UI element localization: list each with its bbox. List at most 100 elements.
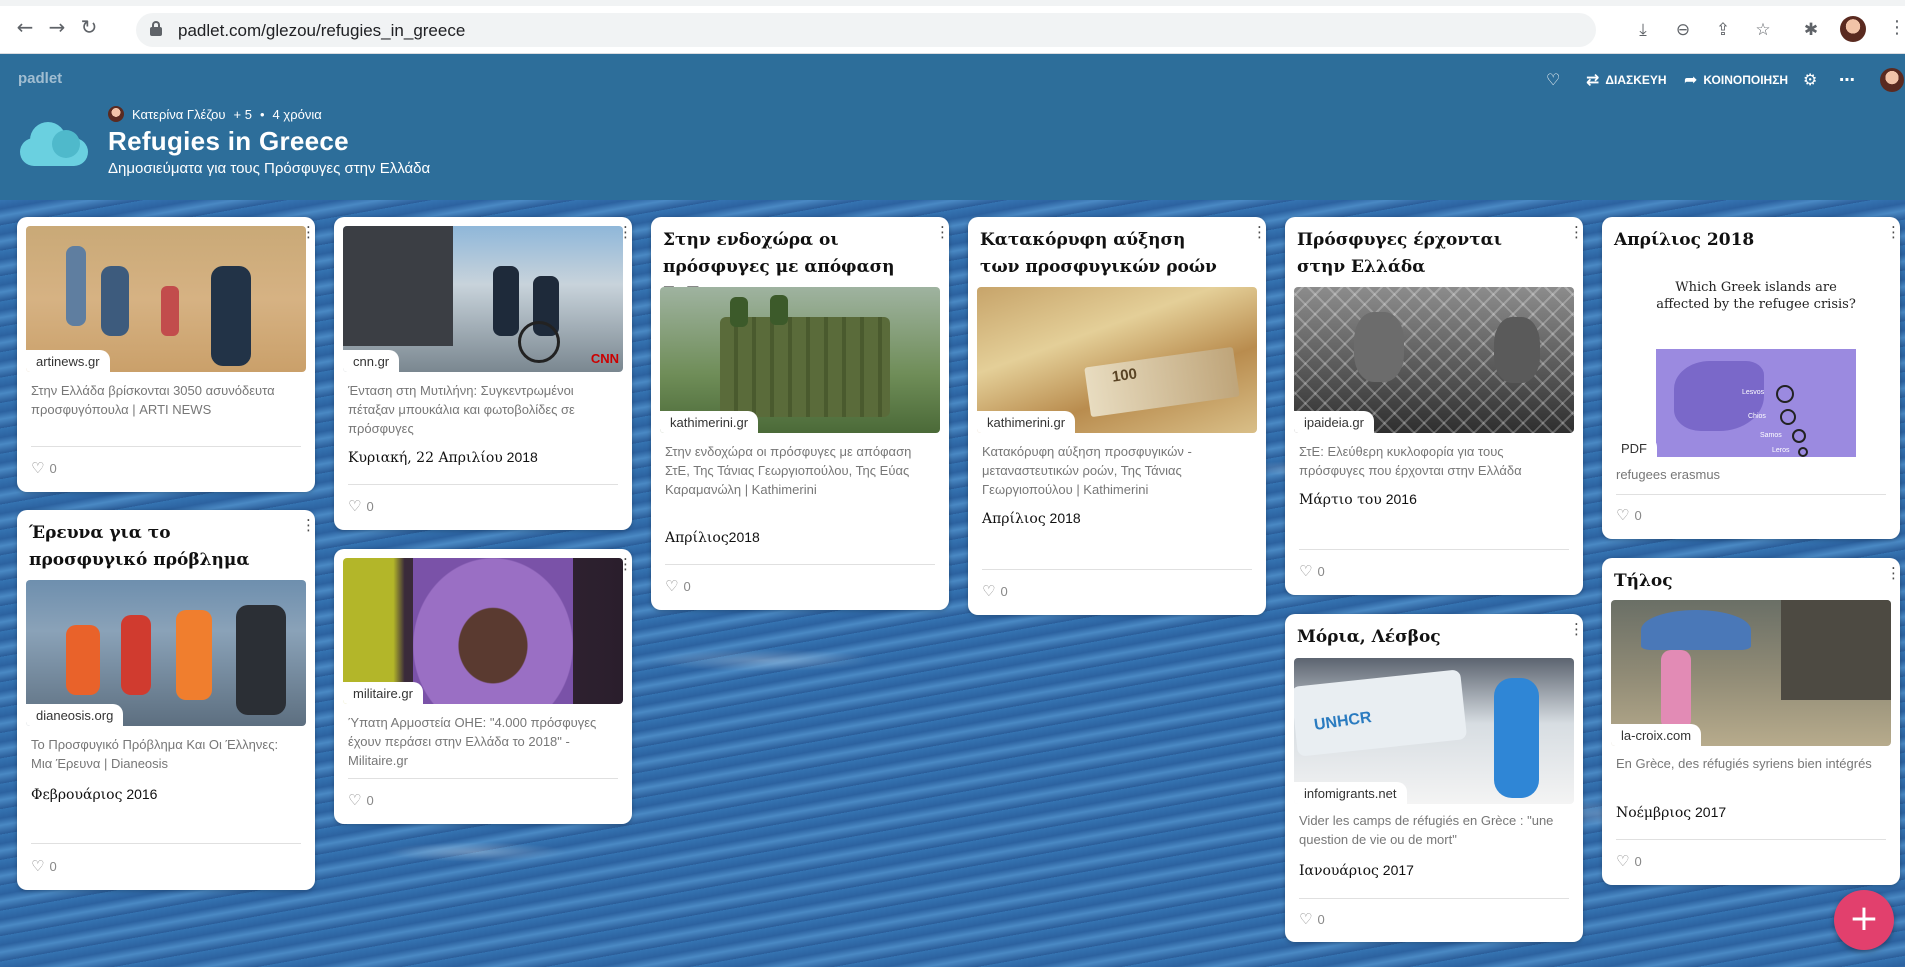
- post-divider: [982, 569, 1252, 570]
- pdf-map-label: Samos: [1760, 432, 1782, 439]
- author-name[interactable]: Κατερίνα Γλέζου: [132, 107, 226, 122]
- pdf-map-label: Lesvos: [1742, 389, 1765, 396]
- remix-label: ΔΙΑΣΚΕΥΗ: [1605, 72, 1667, 87]
- like-button[interactable]: ♡ 0: [348, 791, 374, 809]
- post-date: Απρίλιος2018: [665, 529, 935, 546]
- settings-button[interactable]: ⚙: [1803, 70, 1817, 89]
- share-icon: ➦: [1684, 70, 1698, 89]
- post-menu-icon[interactable]: ⋮: [935, 225, 950, 240]
- post-menu-icon[interactable]: ⋮: [1886, 225, 1901, 240]
- post-menu-icon[interactable]: ⋮: [1569, 225, 1584, 240]
- post-date: Μάρτιο του 2016: [1299, 491, 1569, 508]
- address-url[interactable]: padlet.com/glezou/refugies_in_greece: [178, 21, 465, 41]
- post-card[interactable]: ⋮ Μόρια, Λέσβος UNHCR infomigrants.net V…: [1285, 614, 1584, 942]
- add-post-button[interactable]: +: [1834, 890, 1894, 950]
- post-menu-icon[interactable]: ⋮: [1886, 566, 1901, 581]
- post-image[interactable]: la-croix.com: [1611, 600, 1891, 746]
- like-button[interactable]: ♡ 0: [982, 582, 1008, 600]
- post-divider: [31, 843, 301, 844]
- post-source[interactable]: infomigrants.net: [1294, 782, 1407, 804]
- like-count: 0: [1634, 853, 1642, 869]
- post-source[interactable]: ipaideia.gr: [1294, 411, 1374, 433]
- more-button[interactable]: ⋯: [1839, 70, 1855, 89]
- arrow-right-icon[interactable]: →: [46, 16, 68, 38]
- post-source[interactable]: dianeosis.org: [26, 704, 124, 726]
- pdf-preview[interactable]: Which Greek islands are affected by the …: [1611, 261, 1891, 463]
- post-description: Το Προσφυγικό Πρόβλημα Και Οι Έλληνες: Μ…: [31, 737, 279, 771]
- post-divider: [1299, 898, 1569, 899]
- install-icon[interactable]: ⤓: [1632, 19, 1654, 41]
- post-image[interactable]: CNN cnn.gr: [343, 226, 623, 372]
- post-menu-icon[interactable]: ⋮: [1252, 225, 1267, 240]
- like-count: 0: [366, 792, 374, 808]
- share-button[interactable]: ➦ ΚΟΙΝΟΠΟΙΗΣΗ: [1684, 70, 1788, 89]
- post-source[interactable]: artinews.gr: [26, 350, 110, 372]
- post-date: Φεβρουάριος 2016: [31, 786, 301, 803]
- padlet-logo[interactable]: padlet: [18, 70, 62, 87]
- address-bar[interactable]: padlet.com/glezou/refugies_in_greece: [136, 13, 1596, 47]
- post-source[interactable]: la-croix.com: [1611, 724, 1702, 746]
- profile-avatar[interactable]: [1840, 16, 1866, 42]
- like-button[interactable]: ♡ 0: [348, 497, 374, 515]
- post-source[interactable]: militaire.gr: [343, 682, 423, 704]
- post-image[interactable]: kathimerini.gr: [660, 287, 940, 433]
- post-image[interactable]: militaire.gr: [343, 558, 623, 704]
- post-image[interactable]: artinews.gr: [26, 226, 306, 372]
- heart-button[interactable]: ♡: [1546, 70, 1560, 89]
- post-card[interactable]: ⋮ Πρόσφυγες έρχονται στην Ελλάδα ipaidei…: [1285, 217, 1584, 595]
- post-date-month: Απρίλιος: [982, 511, 1046, 527]
- post-card[interactable]: ⋮ artinews.gr Στην Ελλάδα βρίσκονται 305…: [17, 217, 316, 492]
- post-card[interactable]: ⋮ Τήλος la-croix.com En Grèce, des réfug…: [1602, 558, 1901, 885]
- post-image[interactable]: dianeosis.org: [26, 580, 306, 726]
- like-button[interactable]: ♡ 0: [31, 459, 57, 477]
- post-card[interactable]: ⋮ CNN cnn.gr Ένταση στη Μυτιλήνη: Συγκεν…: [334, 217, 633, 530]
- post-image[interactable]: 100 kathimerini.gr: [977, 287, 1257, 433]
- like-button[interactable]: ♡ 0: [665, 577, 691, 595]
- post-date: Ιανουάριος 2017: [1299, 862, 1569, 879]
- like-button[interactable]: ♡ 0: [1616, 506, 1642, 524]
- post-source[interactable]: kathimerini.gr: [660, 411, 759, 433]
- post-date-year: 2018: [502, 449, 538, 465]
- remix-button[interactable]: ⇄ ΔΙΑΣΚΕΥΗ: [1586, 70, 1667, 89]
- post-card[interactable]: ⋮ Απρίλιος 2018 Which Greek islands are …: [1602, 217, 1901, 539]
- user-avatar[interactable]: [1880, 68, 1904, 92]
- post-description: Vider les camps de réfugiés en Grèce : "…: [1299, 813, 1554, 847]
- like-count: 0: [683, 578, 691, 594]
- post-image[interactable]: UNHCR infomigrants.net: [1294, 658, 1574, 804]
- arrow-left-icon[interactable]: ←: [14, 16, 36, 38]
- browser-menu-icon[interactable]: ⋮: [1888, 17, 1905, 39]
- extensions-icon[interactable]: ✱: [1800, 19, 1822, 41]
- post-card[interactable]: ⋮ militaire.gr Ύπατη Αρμοστεία ΟΗΕ: "4.0…: [334, 549, 633, 824]
- like-button[interactable]: ♡ 0: [1616, 852, 1642, 870]
- like-button[interactable]: ♡ 0: [1299, 910, 1325, 928]
- zoom-icon[interactable]: ⊖: [1672, 19, 1694, 41]
- post-date-year: 2018: [1045, 510, 1081, 526]
- post-date-year: 2016: [1381, 491, 1417, 507]
- board-title: Refugies in Greece: [108, 126, 349, 156]
- like-button[interactable]: ♡ 0: [31, 857, 57, 875]
- like-count: 0: [366, 498, 374, 514]
- post-date: Νοέμβριος 2017: [1616, 804, 1886, 821]
- post-source[interactable]: PDF: [1611, 437, 1657, 459]
- like-button[interactable]: ♡ 0: [1299, 562, 1325, 580]
- like-count: 0: [1000, 583, 1008, 599]
- heart-icon: ♡: [665, 577, 679, 595]
- post-date-month: Νοέμβριος: [1616, 805, 1692, 821]
- share-page-icon[interactable]: ⇪: [1712, 19, 1734, 41]
- post-source[interactable]: kathimerini.gr: [977, 411, 1076, 433]
- post-card[interactable]: ⋮ Έρευνα για το προσφυγικό πρόβλημα dian…: [17, 510, 316, 890]
- post-divider: [31, 446, 301, 447]
- post-divider: [348, 484, 618, 485]
- post-menu-icon[interactable]: ⋮: [1569, 622, 1584, 637]
- star-icon[interactable]: ☆: [1752, 19, 1774, 41]
- pdf-heading: Which Greek islands are affected by the …: [1656, 280, 1856, 312]
- post-date-month: Ιανουάριος: [1299, 863, 1379, 879]
- share-label: ΚΟΙΝΟΠΟΙΗΣΗ: [1703, 72, 1789, 87]
- post-card[interactable]: ⋮ Κατακόρυφη αύξηση των προσφυγικών ροών…: [968, 217, 1267, 615]
- author-row: Κατερίνα Γλέζου + 5 • 4 χρόνια: [108, 106, 322, 122]
- post-source[interactable]: cnn.gr: [343, 350, 400, 372]
- post-image[interactable]: ipaideia.gr: [1294, 287, 1574, 433]
- post-card[interactable]: ⋮ Στην ενδοχώρα οι πρόσφυγες με απόφαση …: [651, 217, 950, 610]
- reload-icon[interactable]: ↻: [78, 16, 100, 38]
- post-menu-icon[interactable]: ⋮: [301, 518, 316, 533]
